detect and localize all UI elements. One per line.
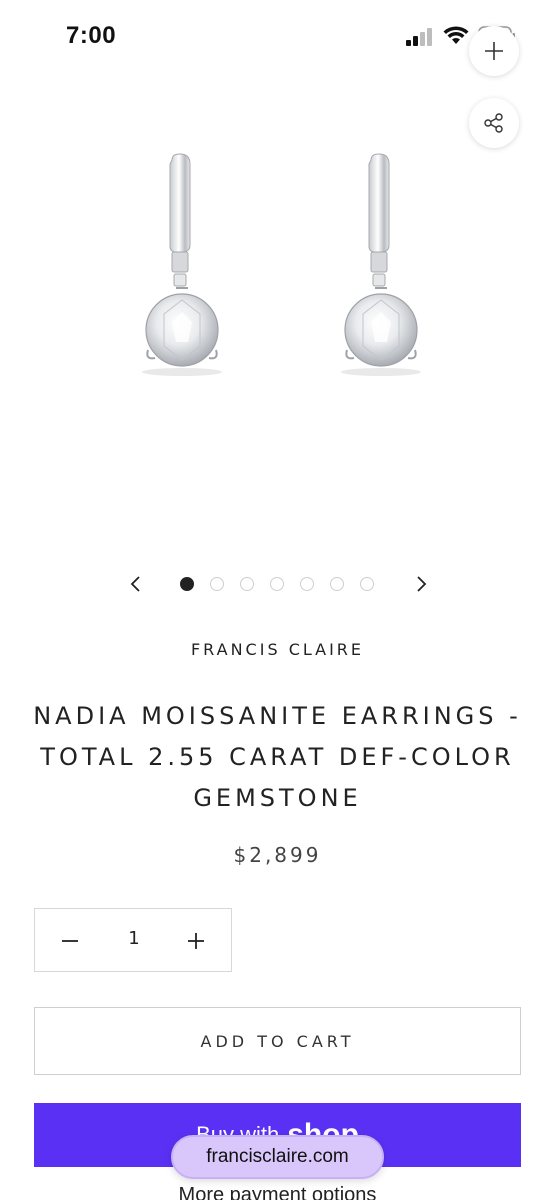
status-time: 7:00 [66, 22, 117, 49]
increase-quantity-button[interactable] [181, 926, 211, 956]
wifi-icon [443, 26, 469, 44]
quantity-stepper: 1 [34, 908, 232, 972]
carousel-dot[interactable] [270, 577, 284, 591]
plus-icon [188, 933, 204, 949]
image-carousel-controls [0, 566, 555, 602]
carousel-next-button[interactable] [409, 572, 433, 596]
carousel-dot[interactable] [330, 577, 344, 591]
carousel-dot[interactable] [240, 577, 254, 591]
minus-icon [62, 940, 78, 942]
browser-url-bar[interactable]: francisclaire.com [171, 1135, 384, 1179]
left-earring [142, 153, 222, 376]
chevron-left-icon [130, 576, 140, 592]
product-title: NADIA MOISSANITE EARRINGS - TOTAL 2.55 C… [33, 702, 522, 812]
product-price: $2,899 [233, 843, 322, 867]
product-brand[interactable]: FRANCIS CLAIRE [0, 640, 555, 659]
carousel-dot[interactable] [360, 577, 374, 591]
more-payment-options-link[interactable]: More payment options [0, 1184, 555, 1200]
cellular-signal-icon [406, 28, 432, 46]
carousel-dot[interactable] [300, 577, 314, 591]
carousel-prev-button[interactable] [124, 572, 148, 596]
plus-icon [485, 42, 503, 60]
product-image[interactable] [0, 120, 555, 540]
carousel-dot[interactable] [180, 577, 194, 591]
add-button[interactable] [469, 26, 519, 76]
right-earring [341, 153, 421, 376]
carousel-dots [180, 577, 374, 591]
add-to-cart-button[interactable]: ADD TO CART [34, 1007, 521, 1075]
carousel-dot[interactable] [210, 577, 224, 591]
quantity-input[interactable]: 1 [105, 928, 163, 949]
chevron-right-icon [417, 576, 427, 592]
decrease-quantity-button[interactable] [55, 926, 85, 956]
